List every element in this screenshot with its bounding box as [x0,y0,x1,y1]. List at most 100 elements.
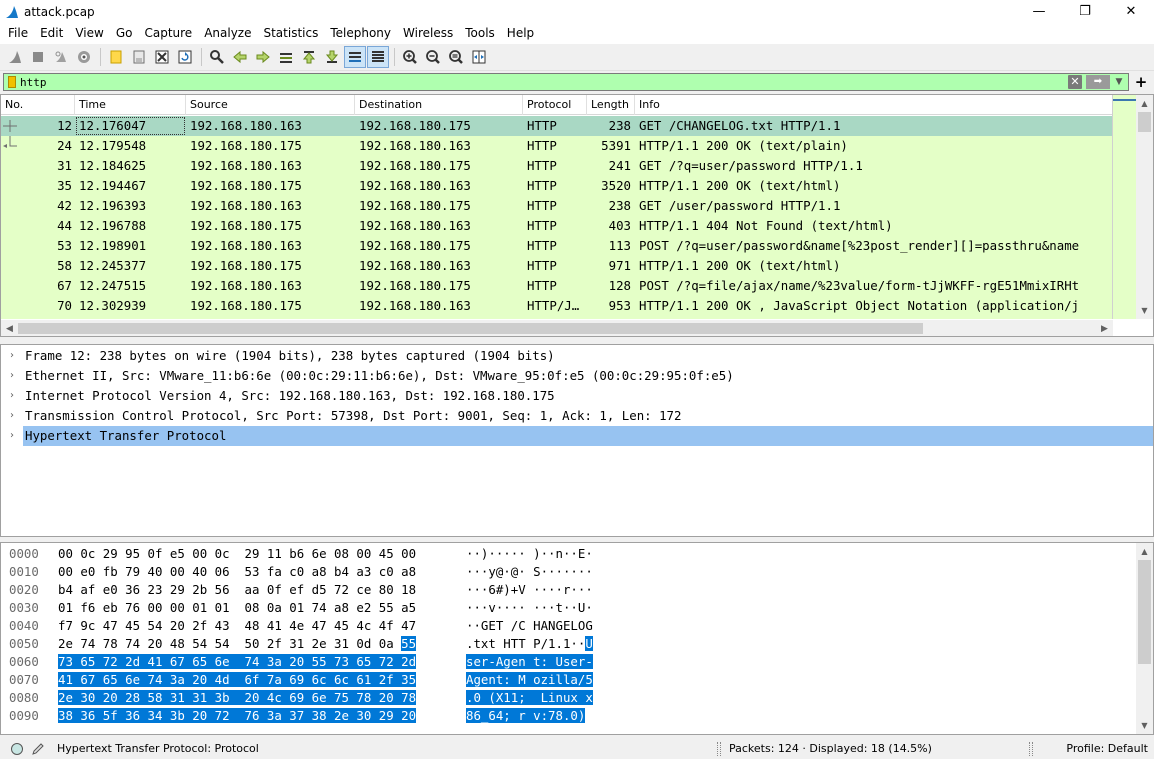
column-header-protocol[interactable]: Protocol [523,95,587,115]
edit-comment-icon[interactable] [31,742,45,756]
status-splitter-2[interactable] [1029,741,1033,756]
bytes-hex[interactable]: 2e 74 78 74 20 48 54 54 50 2f 31 2e 31 0… [58,635,466,653]
bytes-ascii[interactable]: ···6#)+V ····r··· [466,581,626,599]
maximize-button[interactable]: ❐ [1062,0,1108,23]
bytes-row[interactable]: 0000 00 0c 29 95 0f e5 00 0c 29 11 b6 6e … [1,545,1137,563]
bytes-row[interactable]: 0020 b4 af e0 36 23 29 2b 56 aa 0f ef d5 … [1,581,1137,599]
scroll-down-icon[interactable]: ▼ [1136,302,1153,319]
bytes-hex[interactable]: 38 36 5f 36 34 3b 20 72 76 3a 37 38 2e 3… [58,707,466,725]
scroll-left-icon[interactable]: ◀ [1,320,18,336]
clear-filter-icon[interactable]: ✕ [1068,75,1082,89]
scroll-thumb[interactable] [1138,112,1151,132]
filter-bookmark-icon[interactable] [8,76,16,88]
column-header-no[interactable]: No. [1,95,75,115]
menu-telephony[interactable]: Telephony [325,23,396,44]
restart-icon[interactable] [50,46,72,68]
detail-tree-item[interactable]: › Hypertext Transfer Protocol [1,426,1153,446]
bytes-row[interactable]: 0040 f7 9c 47 45 54 20 2f 43 48 41 4e 47 … [1,617,1137,635]
zoom-normal-icon[interactable] [445,46,467,68]
close-button[interactable]: ✕ [1108,0,1154,23]
auto-scroll-icon[interactable] [344,46,366,68]
menu-wireless[interactable]: Wireless [398,23,458,44]
zoom-in-icon[interactable] [399,46,421,68]
first-packet-icon[interactable] [298,46,320,68]
packet-row[interactable]: 24 12.179548 192.168.180.175 192.168.180.16… [1,136,1138,156]
bytes-vertical-scrollbar[interactable]: ▲ ▼ [1136,543,1153,734]
bytes-row[interactable]: 0080 2e 30 20 28 58 31 31 3b 20 4c 69 6e … [1,689,1137,707]
minimize-button[interactable]: — [1016,0,1062,23]
packet-row[interactable]: 35 12.194467 192.168.180.175 192.168.180.16… [1,176,1138,196]
packet-list-minimap[interactable] [1112,95,1137,319]
bytes-ascii[interactable]: ser-Agen t: User- [466,653,626,671]
bytes-ascii[interactable]: .0 (X11; Linux x [466,689,626,707]
status-profile[interactable]: Profile: Default [1066,742,1148,755]
scroll-up-icon[interactable]: ▲ [1136,95,1153,112]
packet-row[interactable]: 44 12.196788 192.168.180.175 192.168.180.16… [1,216,1138,236]
detail-tree-item[interactable]: › Internet Protocol Version 4, Src: 192.1… [1,386,1153,406]
recent-filters-dropdown-icon[interactable]: ▼ [1112,75,1126,89]
bytes-row[interactable]: 0060 73 65 72 2d 41 67 65 6e 74 3a 20 55 … [1,653,1137,671]
expand-chevron-icon[interactable]: › [1,386,23,406]
menu-tools[interactable]: Tools [460,23,500,44]
menu-statistics[interactable]: Statistics [258,23,323,44]
bytes-row[interactable]: 0070 41 67 65 6e 74 3a 20 4d 6f 7a 69 6c … [1,671,1137,689]
expand-chevron-icon[interactable]: › [1,426,23,446]
bytes-row[interactable]: 0090 38 36 5f 36 34 3b 20 72 76 3a 37 38 … [1,707,1137,725]
bytes-hex[interactable]: 2e 30 20 28 58 31 31 3b 20 4c 69 6e 75 7… [58,689,466,707]
display-filter-input[interactable] [20,74,1068,90]
menu-edit[interactable]: Edit [35,23,68,44]
shark-fin-start-icon[interactable] [4,46,26,68]
packet-row-partial[interactable] [1,316,1138,319]
menu-file[interactable]: File [3,23,33,44]
resize-columns-icon[interactable] [468,46,490,68]
bytes-row[interactable]: 0030 01 f6 eb 76 00 00 01 01 08 0a 01 74 … [1,599,1137,617]
find-packet-icon[interactable] [206,46,228,68]
bytes-scroll-thumb[interactable] [1138,560,1151,664]
column-header-source[interactable]: Source [186,95,355,115]
bytes-hex[interactable]: 41 67 65 6e 74 3a 20 4d 6f 7a 69 6c 6c 6… [58,671,466,689]
scroll-right-icon[interactable]: ▶ [1096,320,1113,336]
bytes-hex[interactable]: 00 0c 29 95 0f e5 00 0c 29 11 b6 6e 08 0… [58,545,466,563]
expand-chevron-icon[interactable]: › [1,366,23,386]
open-file-icon[interactable] [105,46,127,68]
bytes-ascii[interactable]: ···y@·@· S······· [466,563,626,581]
expand-chevron-icon[interactable]: › [1,346,23,366]
packet-row[interactable]: 70 12.302939 192.168.180.175 192.168.180.16… [1,296,1138,316]
bytes-row[interactable]: 0050 2e 74 78 74 20 48 54 54 50 2f 31 2e … [1,635,1137,653]
packet-row[interactable]: 53 12.198901 192.168.180.163 192.168.180.17… [1,236,1138,256]
add-filter-button[interactable]: + [1131,73,1151,91]
detail-tree-item[interactable]: › Transmission Control Protocol, Src Port… [1,406,1153,426]
menu-analyze[interactable]: Analyze [199,23,256,44]
go-back-icon[interactable] [229,46,251,68]
bytes-hex[interactable]: f7 9c 47 45 54 20 2f 43 48 41 4e 47 45 4… [58,617,466,635]
expert-info-led-icon[interactable] [11,742,23,755]
save-icon[interactable] [128,46,150,68]
horizontal-scroll-thumb[interactable] [18,323,923,334]
column-header-length[interactable]: Length [587,95,635,115]
menu-go[interactable]: Go [111,23,138,44]
packet-row[interactable]: 12 12.176047 192.168.180.163 192.168.180.17… [1,116,1138,136]
column-header-time[interactable]: Time [75,95,186,115]
packet-list-horizontal-scrollbar[interactable]: ◀ ▶ [1,320,1113,336]
go-to-packet-icon[interactable] [275,46,297,68]
bytes-hex[interactable]: b4 af e0 36 23 29 2b 56 aa 0f ef d5 72 c… [58,581,466,599]
bytes-row[interactable]: 0010 00 e0 fb 79 40 00 40 06 53 fa c0 a8 … [1,563,1137,581]
detail-tree-item[interactable]: › Frame 12: 238 bytes on wire (1904 bits)… [1,346,1153,366]
colorize-icon[interactable] [367,46,389,68]
menu-view[interactable]: View [70,23,108,44]
go-forward-icon[interactable] [252,46,274,68]
column-header-destination[interactable]: Destination [355,95,523,115]
bytes-ascii[interactable]: 86_64; r v:78.0) [466,707,626,725]
expand-chevron-icon[interactable]: › [1,406,23,426]
menu-capture[interactable]: Capture [139,23,197,44]
bytes-hex[interactable]: 73 65 72 2d 41 67 65 6e 74 3a 20 55 73 6… [58,653,466,671]
capture-options-icon[interactable] [73,46,95,68]
menu-help[interactable]: Help [502,23,539,44]
bytes-scroll-up-icon[interactable]: ▲ [1136,543,1153,560]
bytes-hex[interactable]: 00 e0 fb 79 40 00 40 06 53 fa c0 a8 b4 a… [58,563,466,581]
last-packet-icon[interactable] [321,46,343,68]
column-header-info[interactable]: Info [635,95,1138,115]
detail-tree-item[interactable]: › Ethernet II, Src: VMware_11:b6:6e (00:0… [1,366,1153,386]
stop-icon[interactable] [27,46,49,68]
bytes-ascii[interactable]: .txt HTT P/1.1··U [466,635,626,653]
